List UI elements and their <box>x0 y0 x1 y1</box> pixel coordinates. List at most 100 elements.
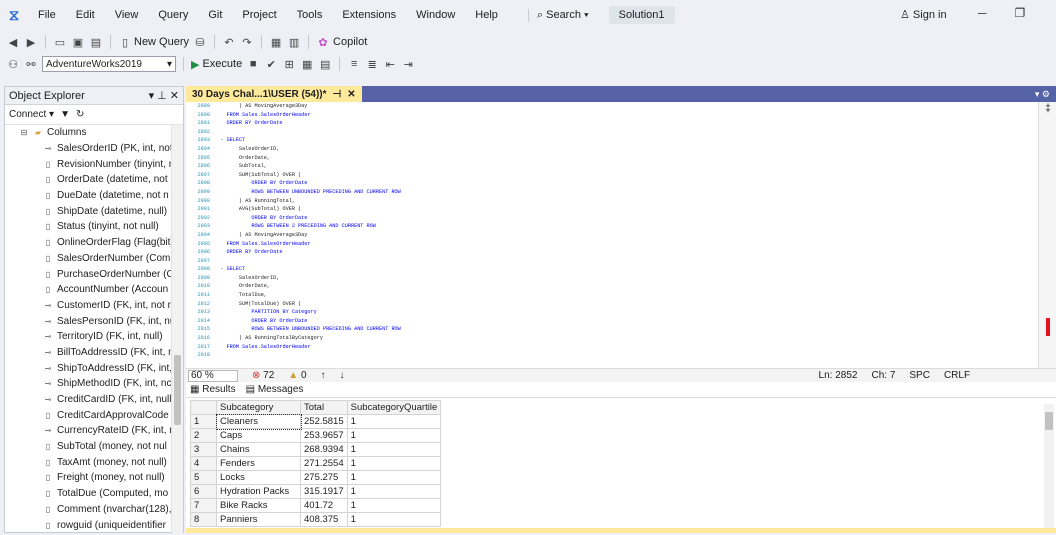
menu-item-view[interactable]: View <box>105 0 149 30</box>
table-row[interactable]: 1 Cleaners 252.5815 1 <box>190 413 442 430</box>
columns-folder[interactable]: ⊟ ▰ Columns <box>5 125 183 141</box>
scroll-thumb[interactable] <box>1045 412 1053 430</box>
menu-item-edit[interactable]: Edit <box>66 0 105 30</box>
code-line[interactable]: 2915 ROWS BETWEEN UNBOUNDED PRECEDING AN… <box>186 325 1016 334</box>
redo-icon[interactable]: ↷ <box>240 35 254 49</box>
search-button[interactable]: ⌕ Search ▾ <box>527 8 597 22</box>
grid-cell[interactable]: Chains <box>216 442 301 457</box>
column-item[interactable]: ▯ OrderDate (datetime, not <box>5 172 183 188</box>
row-number[interactable]: 3 <box>190 442 217 457</box>
column-item[interactable]: ⊸ SalesOrderID (PK, int, not <box>5 141 183 157</box>
object-explorer-scrollbar[interactable] <box>171 125 183 534</box>
column-item[interactable]: ▯ ShipDate (datetime, null) <box>5 203 183 219</box>
grid-cell[interactable]: Panniers <box>216 512 301 527</box>
row-number[interactable]: 8 <box>190 512 217 527</box>
menu-item-git[interactable]: Git <box>198 0 232 30</box>
column-item[interactable]: ▯ TaxAmt (money, not null) <box>5 454 183 470</box>
execute-button[interactable]: ▶ Execute <box>191 58 242 71</box>
column-item[interactable]: ▯ rowguid (uniqueidentifier <box>5 517 183 533</box>
back-icon[interactable]: ◀ <box>6 35 20 49</box>
grid-cell[interactable]: 1 <box>346 512 442 527</box>
column-item[interactable]: ⊸ SalesPersonID (FK, int, nul <box>5 313 183 329</box>
grid-cell[interactable]: 1 <box>346 484 442 499</box>
column-item[interactable]: ▯ AccountNumber (Accoun <box>5 282 183 298</box>
forward-icon[interactable]: ▶ <box>24 35 38 49</box>
code-line[interactable]: 2891 ORDER BY OrderDate <box>186 119 1016 128</box>
sign-in-button[interactable]: ♙ Sign in <box>900 8 947 21</box>
code-line[interactable]: 2897 SUM(SubTotal) OVER ( <box>186 171 1016 180</box>
column-item[interactable]: ▯ SubTotal (money, not nul <box>5 439 183 455</box>
properties-icon[interactable]: ▥ <box>287 35 301 49</box>
filter-icon[interactable]: ▼ <box>60 109 70 120</box>
pin-icon[interactable]: ⊣ <box>333 89 342 100</box>
code-line[interactable]: 2917 FROM Sales.SalesOrderHeader <box>186 343 1016 352</box>
code-line[interactable]: 2913 PARTITION BY Category <box>186 308 1016 317</box>
column-item[interactable]: ▯ OnlineOrderFlag (Flag(bit) <box>5 235 183 251</box>
grid-cell[interactable]: Cleaners <box>215 413 302 430</box>
pin-icon[interactable]: ▾ ⊥ ✕ <box>149 89 179 102</box>
table-row[interactable]: 4 Fenders 271.2554 1 <box>190 456 442 471</box>
collapse-icon[interactable]: ⊟ <box>19 128 29 137</box>
grid-cell[interactable]: 253.9657 <box>300 428 348 443</box>
down-icon[interactable]: ↓ <box>340 370 345 381</box>
tab-overflow-icon[interactable]: ▾ ⚙ <box>1035 89 1056 100</box>
column-item[interactable]: ▯ DueDate (datetime, not n <box>5 188 183 204</box>
code-line[interactable]: 2907 <box>186 257 1016 266</box>
error-count[interactable]: ⊗ 72 <box>252 370 274 381</box>
close-icon[interactable]: ✕ <box>347 89 355 100</box>
grid-cell[interactable]: Caps <box>216 428 301 443</box>
row-number[interactable]: 1 <box>190 414 217 429</box>
code-line[interactable]: 2902 ORDER BY OrderDate <box>186 214 1016 223</box>
column-item[interactable]: ▯ Comment (nvarchar(128), <box>5 502 183 518</box>
code-line[interactable]: 2895 OrderDate, <box>186 154 1016 163</box>
code-line[interactable]: 2889 ) AS MovingAverage3Day <box>186 102 1016 111</box>
parse-check-icon[interactable]: ✔ <box>264 57 278 71</box>
row-number[interactable]: 2 <box>190 428 217 443</box>
scroll-thumb[interactable] <box>174 355 181 425</box>
code-line[interactable]: 2899 ROWS BETWEEN UNBOUNDED PRECEDING AN… <box>186 188 1016 197</box>
grid-cell[interactable]: Fenders <box>216 456 301 471</box>
outdent-icon[interactable]: ⇤ <box>383 57 397 71</box>
grid-cell[interactable]: Hydration Packs <box>216 484 301 499</box>
minimize-icon[interactable]: ─ <box>978 6 987 20</box>
code-line[interactable]: 2896 SubTotal, <box>186 162 1016 171</box>
column-item[interactable]: ▯ Freight (money, not null) <box>5 470 183 486</box>
code-line[interactable]: 2918 <box>186 351 1016 360</box>
code-line[interactable]: 2903 ROWS BETWEEN 2 PRECEDING AND CURREN… <box>186 222 1016 231</box>
code-line[interactable]: 2894 SalesOrderID, <box>186 145 1016 154</box>
menu-item-query[interactable]: Query <box>148 0 198 30</box>
warning-count[interactable]: ▲ 0 <box>288 370 306 381</box>
open-folder-icon[interactable]: ▭ <box>53 35 67 49</box>
code-line[interactable]: 2898 ORDER BY OrderDate <box>186 179 1016 188</box>
activity-monitor-icon[interactable]: ▦ <box>269 35 283 49</box>
estimated-plan-icon[interactable]: ⊞ <box>282 57 296 71</box>
row-number[interactable]: 5 <box>190 470 217 485</box>
menu-item-file[interactable]: File <box>28 0 66 30</box>
menu-item-extensions[interactable]: Extensions <box>332 0 406 30</box>
results-to-file-icon[interactable]: ▤ <box>318 57 332 71</box>
copilot-button[interactable]: ✿ Copilot <box>316 35 367 49</box>
code-line[interactable]: 2908 - SELECT <box>186 265 1016 274</box>
column-item[interactable]: ⊸ ShipMethodID (FK, int, nc <box>5 376 183 392</box>
grid-cell[interactable]: 1 <box>346 442 442 457</box>
editor-scrollbar[interactable]: ‡ <box>1038 102 1056 368</box>
column-header[interactable]: Total <box>300 400 348 415</box>
row-number[interactable]: 7 <box>190 498 217 513</box>
code-line[interactable]: 2905 FROM Sales.SalesOrderHeader <box>186 240 1016 249</box>
code-line[interactable]: 2900 ) AS RunningTotal, <box>186 197 1016 206</box>
code-line[interactable]: 2901 AVG(SubTotal) OVER ( <box>186 205 1016 214</box>
tab-messages[interactable]: ▤ Messages <box>246 384 304 395</box>
code-line[interactable]: 2909 SalesOrderID, <box>186 274 1016 283</box>
undo-icon[interactable]: ↶ <box>222 35 236 49</box>
database-query-icon[interactable]: ⛁ <box>193 35 207 49</box>
zoom-select[interactable]: 60 % <box>188 369 238 382</box>
grid-cell[interactable]: Locks <box>216 470 301 485</box>
table-row[interactable]: 5 Locks 275.275 1 <box>190 470 442 485</box>
menu-item-help[interactable]: Help <box>465 0 508 30</box>
results-grid[interactable]: Subcategory Total SubcategoryQuartile 1 Clea… <box>186 398 1056 535</box>
code-line[interactable]: 2906 ORDER BY OrderDate <box>186 248 1016 257</box>
code-line[interactable]: 2892 <box>186 128 1016 137</box>
menu-item-window[interactable]: Window <box>406 0 465 30</box>
row-number[interactable]: 4 <box>190 456 217 471</box>
column-item[interactable]: ▯ SalesOrderNumber (Comp <box>5 251 183 267</box>
